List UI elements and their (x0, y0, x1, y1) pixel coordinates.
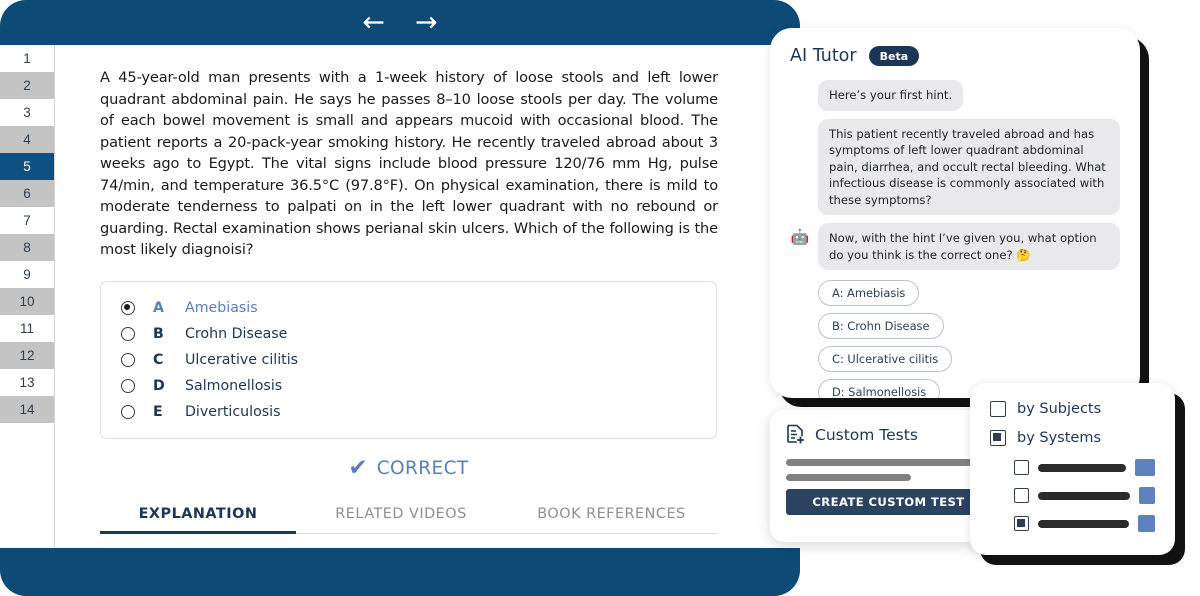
check-icon: ✔ (348, 454, 368, 481)
ai-tutor-header: AI Tutor Beta (790, 46, 1120, 66)
count-chip (1138, 515, 1155, 532)
custom-tests-header: Custom Tests (786, 424, 989, 445)
answer-result-banner: ✔ CORRECT (100, 454, 717, 481)
question-nav-item-14[interactable]: 14 (0, 396, 54, 423)
count-chip (1135, 459, 1155, 476)
ai-tutor-title: AI Tutor (790, 46, 857, 66)
radio-icon[interactable] (121, 404, 135, 419)
question-number-sidebar[interactable]: 1 2 3 4 5 6 7 8 9 10 11 12 13 14 (0, 45, 55, 548)
filter-option-label: by Systems (1017, 430, 1102, 446)
checkbox-icon[interactable] (1014, 460, 1029, 475)
placeholder-bar-2 (786, 474, 911, 481)
checkbox-icon[interactable] (1014, 516, 1029, 531)
filter-option-by-subjects[interactable]: by Subjects (990, 401, 1155, 417)
question-vignette-text: A 45-year-old man presents with a 1-week… (100, 69, 718, 258)
question-nav-item-8[interactable]: 8 (0, 234, 54, 261)
app-body: 1 2 3 4 5 6 7 8 9 10 11 12 13 14 A 45-year-old man pr… (0, 45, 800, 548)
answer-option-a[interactable]: A Amebiasis (101, 296, 716, 320)
option-text: Amebiasis (185, 299, 258, 316)
option-text: Ulcerative cilitis (185, 351, 299, 368)
answer-options-list[interactable]: A Amebiasis B Crohn Disease C Ulcerative cili… (100, 280, 717, 439)
filter-sub-item-1[interactable] (990, 459, 1155, 476)
tutor-message-bubble: Now, with the hint I’ve given you, what … (818, 223, 1120, 270)
checkbox-icon[interactable] (990, 401, 1006, 417)
filter-sub-items[interactable] (990, 459, 1155, 532)
answer-option-c[interactable]: C Ulcerative cilitis (101, 348, 716, 372)
tutor-chip-c[interactable]: C: Ulcerative cilitis (818, 346, 953, 372)
radio-icon[interactable] (121, 352, 135, 367)
question-nav-item-3[interactable]: 3 (0, 99, 54, 126)
answer-option-b[interactable]: B Crohn Disease (101, 322, 716, 346)
option-text: Diverticulosis (185, 403, 281, 420)
create-custom-test-button[interactable]: CREATE CUSTOM TEST (786, 489, 991, 515)
question-nav-item-5[interactable]: 5 (0, 153, 54, 180)
answer-option-d[interactable]: D Salmonellosis (101, 374, 716, 398)
question-nav-item-11[interactable]: 11 (0, 315, 54, 342)
filter-option-label: by Subjects (1017, 401, 1102, 417)
option-text: Salmonellosis (185, 377, 283, 394)
tutor-message-row: Here’s your first hint. (790, 80, 1120, 111)
app-top-navigation-bar: ← → (0, 0, 800, 45)
qbank-app-window: ← → 1 2 3 4 5 6 7 8 9 10 11 12 13 14 A 45-year-old ma… (0, 0, 800, 596)
robot-icon: 🤖 (790, 228, 810, 246)
filter-option-by-systems[interactable]: by Systems (990, 430, 1155, 446)
question-nav-item-6[interactable]: 6 (0, 180, 54, 207)
question-nav-item-7[interactable]: 7 (0, 207, 54, 234)
question-nav-item-1[interactable]: 1 (0, 45, 54, 72)
question-nav-item-10[interactable]: 10 (0, 288, 54, 315)
arrow-left-icon[interactable]: ← (360, 9, 387, 36)
ai-tutor-panel: AI Tutor Beta Here’s your first hint. Thi… (770, 28, 1140, 398)
placeholder-bar-1 (786, 459, 986, 466)
screenshot-root: ← → 1 2 3 4 5 6 7 8 9 10 11 12 13 14 A 45-year-old ma… (0, 0, 1200, 596)
question-nav-item-4[interactable]: 4 (0, 126, 54, 153)
filter-sub-item-3[interactable] (990, 515, 1155, 532)
tutor-chip-b[interactable]: B: Crohn Disease (818, 313, 944, 339)
question-content-area: A 45-year-old man presents with a 1-week… (55, 45, 800, 548)
answer-option-e[interactable]: E Diverticulosis (101, 400, 716, 424)
question-nav-item-13[interactable]: 13 (0, 369, 54, 396)
tutor-message-bubble: This patient recently traveled abroad an… (818, 118, 1120, 215)
tutor-chip-d[interactable]: D: Salmonellosis (818, 379, 941, 398)
tab-explanation[interactable]: EXPLANATION (100, 500, 296, 534)
option-text: Crohn Disease (185, 325, 288, 342)
tutor-message-row: 🤖 Now, with the hint I’ve given you, what… (790, 223, 1120, 270)
question-nav-item-2[interactable]: 2 (0, 72, 54, 99)
filter-mode-options[interactable]: by Subjects by Systems (990, 401, 1155, 446)
checkbox-icon[interactable] (990, 430, 1006, 446)
tutor-chip-a[interactable]: A: Amebiasis (818, 280, 920, 306)
ai-tutor-message-list: Here’s your first hint. This patient rece… (790, 80, 1120, 270)
result-label: CORRECT (376, 457, 469, 479)
custom-tests-title: Custom Tests (815, 425, 918, 444)
option-letter: A (153, 299, 164, 316)
radio-icon[interactable] (121, 326, 135, 341)
question-nav-item-9[interactable]: 9 (0, 261, 54, 288)
tutor-message-bubble: Here’s your first hint. (818, 80, 964, 111)
filter-sub-item-2[interactable] (990, 487, 1155, 504)
option-letter: B (153, 325, 164, 342)
option-letter: C (153, 351, 164, 368)
radio-icon[interactable] (121, 378, 135, 393)
test-filter-panel: by Subjects by Systems (970, 383, 1175, 555)
app-bottom-bar (0, 548, 800, 596)
tab-book-references[interactable]: BOOK REFERENCES (506, 500, 717, 533)
document-add-icon (786, 424, 805, 445)
placeholder-bar (1038, 463, 1127, 472)
radio-icon[interactable] (121, 300, 135, 315)
tutor-message-row: This patient recently traveled abroad an… (790, 118, 1120, 215)
checkbox-icon[interactable] (1014, 488, 1029, 503)
tab-related-videos[interactable]: RELATED VIDEOS (296, 500, 506, 533)
count-chip (1139, 487, 1155, 504)
option-letter: D (153, 377, 165, 394)
placeholder-bar (1038, 491, 1131, 500)
ai-tutor-answer-chips[interactable]: A: Amebiasis B: Crohn Disease C: Ulcerativ… (818, 280, 1120, 398)
option-letter: E (153, 403, 163, 420)
beta-badge: Beta (868, 46, 920, 66)
question-nav-item-12[interactable]: 12 (0, 342, 54, 369)
placeholder-bar (1038, 519, 1130, 528)
arrow-right-icon[interactable]: → (413, 9, 440, 36)
content-tabs[interactable]: EXPLANATION RELATED VIDEOS BOOK REFERENCES (100, 500, 717, 534)
